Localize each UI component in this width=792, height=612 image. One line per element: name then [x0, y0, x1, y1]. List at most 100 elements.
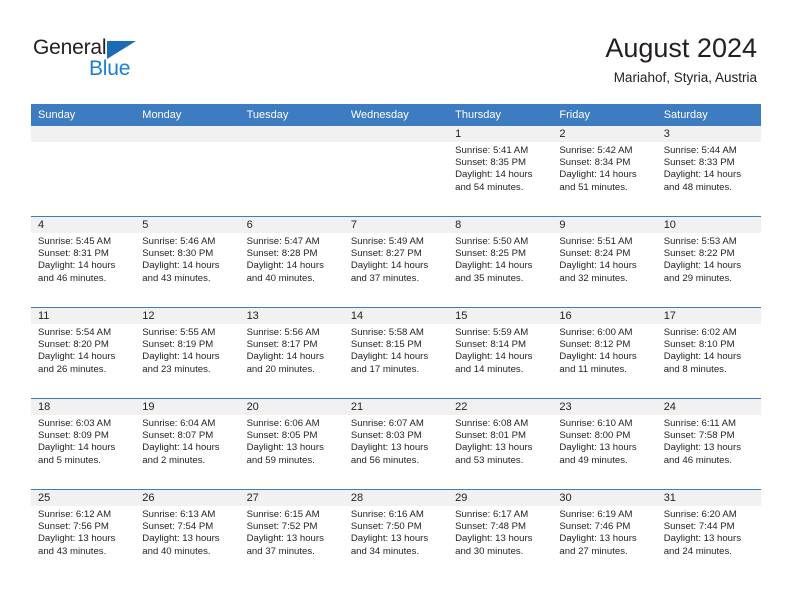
sunrise-text: Sunrise: 6:12 AM [38, 509, 112, 520]
sunrise-text: Sunrise: 5:45 AM [38, 236, 112, 247]
calendar-day-cell[interactable]: 18 Sunrise: 6:03 AM Sunset: 8:09 PM Dayligh… [31, 398, 136, 490]
day-number: 22 [448, 399, 553, 415]
calendar-day-cell[interactable]: 22 Sunrise: 6:08 AM Sunset: 8:01 PM Dayligh… [448, 398, 553, 490]
day-details: Sunrise: 6:15 AM Sunset: 7:52 PM Daylight:… [240, 506, 344, 558]
day-details: Sunrise: 5:44 AM Sunset: 8:33 PM Daylight:… [657, 142, 761, 194]
calendar-week-row: 18 Sunrise: 6:03 AM Sunset: 8:09 PM Dayligh… [31, 398, 761, 490]
day-number: 1 [448, 126, 553, 142]
sunrise-text: Sunrise: 5:54 AM [38, 327, 112, 338]
day-details: Sunrise: 6:08 AM Sunset: 8:01 PM Daylight:… [448, 415, 552, 467]
sunrise-text: Sunrise: 5:59 AM [455, 327, 529, 338]
sunset-text: Sunset: 8:10 PM [663, 339, 735, 351]
general-blue-logo[interactable]: General Blue [33, 36, 163, 84]
daylight-text: Daylight: 14 hours and 43 minutes. [142, 260, 220, 284]
daylight-text: Daylight: 14 hours and 23 minutes. [142, 351, 220, 375]
calendar-day-cell[interactable]: 28 Sunrise: 6:16 AM Sunset: 7:50 PM Dayligh… [343, 489, 449, 580]
calendar-day-cell[interactable]: 17 Sunrise: 6:02 AM Sunset: 8:10 PM Dayligh… [656, 307, 761, 399]
calendar-day-cell[interactable]: 26 Sunrise: 6:13 AM Sunset: 7:54 PM Dayligh… [135, 489, 240, 580]
day-details: Sunrise: 6:04 AM Sunset: 8:07 PM Daylight:… [135, 415, 239, 467]
calendar-day-cell[interactable]: 7 Sunrise: 5:49 AM Sunset: 8:27 PM Daylight… [343, 216, 449, 308]
weekday-header-thursday: Thursday [448, 104, 553, 126]
day-number: 17 [656, 308, 761, 324]
daylight-text: Daylight: 14 hours and 29 minutes. [663, 260, 742, 284]
calendar-day-cell[interactable]: 10 Sunrise: 5:53 AM Sunset: 8:22 PM Dayligh… [656, 216, 761, 308]
sunset-text: Sunset: 8:24 PM [559, 248, 631, 260]
calendar-day-cell[interactable]: 25 Sunrise: 6:12 AM Sunset: 7:56 PM Dayligh… [31, 489, 136, 580]
sunset-text: Sunset: 8:14 PM [455, 339, 527, 351]
sunset-text: Sunset: 8:31 PM [38, 248, 109, 260]
sunset-text: Sunset: 8:12 PM [559, 339, 631, 351]
day-details: Sunrise: 6:19 AM Sunset: 7:46 PM Daylight:… [552, 506, 656, 558]
daylight-text: Daylight: 13 hours and 46 minutes. [663, 442, 742, 466]
sunrise-text: Sunrise: 5:49 AM [350, 236, 424, 247]
calendar-day-cell[interactable]: 11 Sunrise: 5:54 AM Sunset: 8:20 PM Dayligh… [31, 307, 136, 399]
sunset-text: Sunset: 8:22 PM [663, 248, 735, 260]
sunset-text: Sunset: 7:50 PM [350, 521, 422, 533]
calendar-day-cell[interactable]: 2 Sunrise: 5:42 AM Sunset: 8:34 PM Daylight… [552, 126, 657, 217]
calendar-day-cell[interactable]: 24 Sunrise: 6:11 AM Sunset: 7:58 PM Dayligh… [656, 398, 761, 490]
calendar-day-cell[interactable]: 27 Sunrise: 6:15 AM Sunset: 7:52 PM Dayligh… [239, 489, 344, 580]
calendar-day-cell[interactable]: 6 Sunrise: 5:47 AM Sunset: 8:28 PM Daylight… [239, 216, 344, 308]
sunrise-text: Sunrise: 6:19 AM [559, 509, 633, 520]
day-details: Sunrise: 5:47 AM Sunset: 8:28 PM Daylight:… [240, 233, 344, 285]
calendar-day-cell[interactable]: 4 Sunrise: 5:45 AM Sunset: 8:31 PM Daylight… [31, 216, 136, 308]
sunrise-text: Sunrise: 5:41 AM [455, 145, 529, 156]
day-details: Sunrise: 5:41 AM Sunset: 8:35 PM Daylight:… [448, 142, 552, 194]
daylight-text: Daylight: 14 hours and 40 minutes. [246, 260, 324, 284]
day-details: Sunrise: 6:07 AM Sunset: 8:03 PM Daylight:… [344, 415, 448, 467]
day-number: 27 [239, 490, 344, 506]
daylight-text: Daylight: 14 hours and 5 minutes. [38, 442, 116, 466]
daylight-text: Daylight: 13 hours and 53 minutes. [455, 442, 533, 466]
sunset-text: Sunset: 8:09 PM [38, 430, 109, 442]
calendar-day-cell[interactable]: 23 Sunrise: 6:10 AM Sunset: 8:00 PM Dayligh… [552, 398, 657, 490]
daylight-text: Daylight: 13 hours and 56 minutes. [350, 442, 429, 466]
day-number [135, 126, 240, 142]
calendar-day-cell[interactable]: 29 Sunrise: 6:17 AM Sunset: 7:48 PM Dayligh… [448, 489, 553, 580]
calendar-day-cell[interactable]: 1 Sunrise: 5:41 AM Sunset: 8:35 PM Daylight… [448, 126, 553, 217]
sunrise-text: Sunrise: 5:56 AM [246, 327, 320, 338]
calendar-day-cell[interactable]: 12 Sunrise: 5:55 AM Sunset: 8:19 PM Dayligh… [135, 307, 240, 399]
daylight-text: Daylight: 14 hours and 35 minutes. [455, 260, 533, 284]
day-number: 6 [239, 217, 344, 233]
sunrise-text: Sunrise: 5:47 AM [246, 236, 320, 247]
calendar-week-row: 4 Sunrise: 5:45 AM Sunset: 8:31 PM Daylight… [31, 216, 761, 308]
daylight-text: Daylight: 14 hours and 8 minutes. [663, 351, 742, 375]
calendar-page: General Blue August 2024 Mariahof, Styri… [0, 0, 792, 612]
calendar-day-cell[interactable]: 15 Sunrise: 5:59 AM Sunset: 8:14 PM Dayligh… [448, 307, 553, 399]
calendar-body: 1 Sunrise: 5:41 AM Sunset: 8:35 PM Daylight… [31, 126, 761, 580]
calendar-day-cell[interactable]: 31 Sunrise: 6:20 AM Sunset: 7:44 PM Dayligh… [656, 489, 761, 580]
sunset-text: Sunset: 8:27 PM [350, 248, 422, 260]
calendar-cell-empty [135, 126, 240, 217]
calendar-day-cell[interactable]: 19 Sunrise: 6:04 AM Sunset: 8:07 PM Dayligh… [135, 398, 240, 490]
calendar-day-cell[interactable]: 30 Sunrise: 6:19 AM Sunset: 7:46 PM Dayligh… [552, 489, 657, 580]
day-number: 29 [448, 490, 553, 506]
calendar-day-cell[interactable]: 8 Sunrise: 5:50 AM Sunset: 8:25 PM Daylight… [448, 216, 553, 308]
calendar-day-cell[interactable]: 14 Sunrise: 5:58 AM Sunset: 8:15 PM Dayligh… [343, 307, 449, 399]
calendar-day-cell[interactable]: 5 Sunrise: 5:46 AM Sunset: 8:30 PM Daylight… [135, 216, 240, 308]
daylight-text: Daylight: 14 hours and 46 minutes. [38, 260, 116, 284]
calendar-day-cell[interactable]: 13 Sunrise: 5:56 AM Sunset: 8:17 PM Dayligh… [239, 307, 344, 399]
calendar-day-cell[interactable]: 20 Sunrise: 6:06 AM Sunset: 8:05 PM Dayligh… [239, 398, 344, 490]
day-details: Sunrise: 6:20 AM Sunset: 7:44 PM Daylight:… [657, 506, 761, 558]
calendar-day-cell[interactable]: 16 Sunrise: 6:00 AM Sunset: 8:12 PM Dayligh… [552, 307, 657, 399]
day-details: Sunrise: 5:46 AM Sunset: 8:30 PM Daylight:… [135, 233, 239, 285]
sunrise-text: Sunrise: 6:17 AM [455, 509, 529, 520]
calendar-day-cell[interactable]: 9 Sunrise: 5:51 AM Sunset: 8:24 PM Daylight… [552, 216, 657, 308]
calendar-day-cell[interactable]: 3 Sunrise: 5:44 AM Sunset: 8:33 PM Daylight… [656, 126, 761, 217]
sunset-text: Sunset: 8:19 PM [142, 339, 214, 351]
day-details: Sunrise: 6:06 AM Sunset: 8:05 PM Daylight:… [240, 415, 344, 467]
daylight-text: Daylight: 13 hours and 24 minutes. [663, 533, 742, 557]
day-details: Sunrise: 6:17 AM Sunset: 7:48 PM Daylight:… [448, 506, 552, 558]
calendar-day-cell[interactable]: 21 Sunrise: 6:07 AM Sunset: 8:03 PM Dayligh… [343, 398, 449, 490]
calendar-cell-empty [239, 126, 344, 217]
sunset-text: Sunset: 8:00 PM [559, 430, 631, 442]
daylight-text: Daylight: 13 hours and 37 minutes. [246, 533, 324, 557]
daylight-text: Daylight: 13 hours and 30 minutes. [455, 533, 533, 557]
day-number: 30 [552, 490, 657, 506]
day-details: Sunrise: 6:13 AM Sunset: 7:54 PM Daylight:… [135, 506, 239, 558]
day-number [31, 126, 136, 142]
sunset-text: Sunset: 8:03 PM [350, 430, 422, 442]
sunset-text: Sunset: 8:15 PM [350, 339, 422, 351]
sunset-text: Sunset: 8:25 PM [455, 248, 527, 260]
daylight-text: Daylight: 13 hours and 59 minutes. [246, 442, 324, 466]
